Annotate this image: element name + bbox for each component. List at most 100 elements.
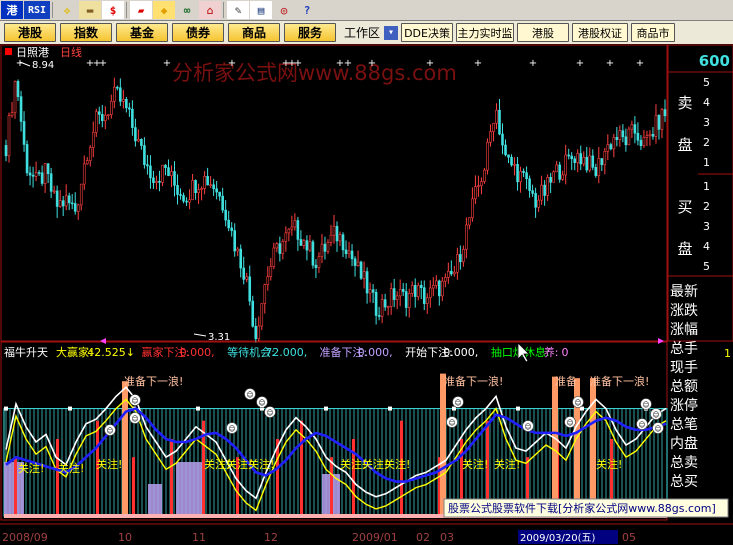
dollar-icon[interactable]: $ <box>102 1 124 19</box>
candle-body <box>380 299 384 317</box>
commodity-market-button[interactable]: 商品市 <box>631 23 676 42</box>
ruler-icon[interactable]: ▬ <box>79 1 101 19</box>
candle-body <box>76 204 80 212</box>
doc-icon-glyph: ▤ <box>257 3 265 17</box>
candle-body <box>67 195 71 204</box>
buy-level: 4 <box>703 240 710 253</box>
cursor-icon-glyph: ✥ <box>63 3 71 17</box>
candle-body <box>212 184 215 190</box>
diamond-icon[interactable]: ◆ <box>153 1 175 19</box>
building-icon[interactable]: ⌂ <box>199 1 221 19</box>
dde-button[interactable]: DDE决策 <box>401 23 454 42</box>
ready-label-short: 准备 <box>555 374 577 388</box>
candle-body <box>49 173 53 192</box>
indicator-icon-glyph: ▰ <box>137 3 145 17</box>
stat-label: 涨幅 <box>670 322 698 338</box>
candle-body <box>335 225 339 242</box>
candle-body <box>239 248 243 269</box>
buy-label-2: 盘 <box>677 240 692 258</box>
candle-body <box>146 164 149 167</box>
band-dot <box>68 406 72 411</box>
cursor-icon[interactable]: ✥ <box>56 1 78 19</box>
download-banner-text[interactable]: 股票公式股票软件下载[分析家公式网www.88gs.com] <box>448 501 716 515</box>
indicator-icon[interactable]: ▰ <box>130 1 152 19</box>
hk-warrant-button[interactable]: 港股权证 <box>572 23 629 42</box>
binoculars-icon[interactable]: ∞ <box>176 1 198 19</box>
accumulation-block <box>148 484 162 514</box>
candle-body <box>561 174 564 180</box>
workspace-label[interactable]: 工作区 <box>344 24 380 41</box>
menu-button-3[interactable]: 债券 <box>172 23 224 42</box>
candle-body <box>7 115 11 157</box>
menu-button-1[interactable]: 指数 <box>60 23 112 42</box>
candle-body <box>606 144 610 152</box>
smiley-face: ☺ <box>654 425 661 433</box>
candle-body <box>558 164 561 180</box>
menu-button-0[interactable]: 港股 <box>4 23 56 42</box>
sell-level: 1 <box>703 156 710 169</box>
candle-body <box>612 137 616 150</box>
candle-body <box>567 154 571 157</box>
doc-icon[interactable]: ▤ <box>250 1 272 19</box>
attention-label: 关注! <box>58 461 84 475</box>
candle-body <box>269 266 273 277</box>
edit-icon-glyph: ✎ <box>234 3 242 17</box>
attention-label: 关注! <box>596 457 622 471</box>
candle-body <box>209 184 212 187</box>
hk-icon[interactable]: 港 <box>1 1 23 19</box>
edit-icon[interactable]: ✎ <box>227 1 249 19</box>
bet-bar <box>132 457 135 514</box>
candle-body <box>113 86 116 102</box>
candle-body <box>456 254 459 273</box>
candle-body <box>395 295 399 300</box>
candle-body <box>311 241 315 266</box>
band-dot <box>4 406 8 411</box>
candle-body <box>389 288 393 307</box>
candle-body <box>299 239 303 246</box>
candle-body <box>82 163 86 185</box>
signal-marker: + <box>529 58 537 69</box>
stat-label: 总手 <box>670 341 698 357</box>
candle-body <box>170 171 173 176</box>
bet-bar <box>352 438 355 514</box>
candle-body <box>431 285 435 289</box>
candle-body <box>447 270 450 278</box>
smiley-face: ☺ <box>131 397 138 405</box>
candle-body <box>585 157 589 171</box>
candle-body <box>143 145 146 165</box>
band-dot <box>388 406 392 411</box>
smiley-face: ☺ <box>448 419 455 427</box>
candle-body <box>588 155 592 171</box>
candle-body <box>386 306 390 308</box>
dropdown-arrow-icon[interactable]: ▾ <box>384 25 399 40</box>
signal-marker: + <box>228 58 236 69</box>
menu-button-4[interactable]: 商品 <box>228 23 280 42</box>
rsi-icon[interactable]: RSI <box>24 1 50 19</box>
candle-body <box>16 81 20 97</box>
smiley-face: ☺ <box>258 399 265 407</box>
candle-body <box>128 107 131 110</box>
candle-body <box>618 130 622 140</box>
stat-label: 总卖 <box>670 455 698 471</box>
candle-body <box>633 124 637 134</box>
menu-button-2[interactable]: 基金 <box>116 23 168 42</box>
smiley-face: ☺ <box>228 425 235 433</box>
menu-button-5[interactable]: 服务 <box>284 23 336 42</box>
candle-body <box>308 241 312 251</box>
candle-body <box>624 136 628 146</box>
candle-body <box>383 299 387 308</box>
candle-body <box>416 284 420 297</box>
candle-body <box>615 137 619 140</box>
stat-label: 总笔 <box>670 417 698 433</box>
target-icon[interactable]: ◎ <box>273 1 295 19</box>
candle-body <box>582 157 586 165</box>
hk-stock-button[interactable]: 港股 <box>517 23 570 42</box>
bet-bar <box>170 438 173 514</box>
candle-body <box>465 224 468 250</box>
candle-body <box>40 172 44 184</box>
help-icon[interactable]: ? <box>296 1 318 19</box>
main-force-button[interactable]: 主力实时监 <box>456 23 515 42</box>
candle-body <box>73 203 77 212</box>
candle-body <box>621 130 625 138</box>
candle-body <box>398 289 402 297</box>
